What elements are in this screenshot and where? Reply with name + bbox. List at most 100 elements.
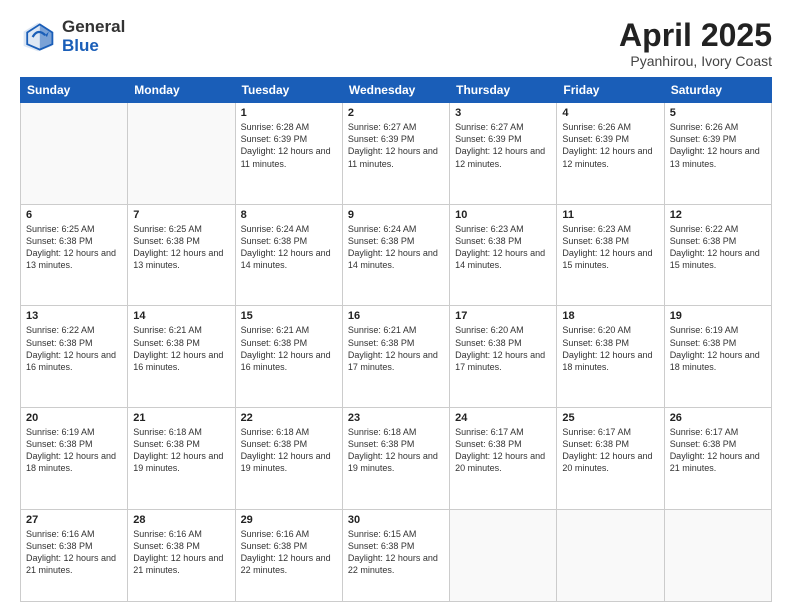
day-number: 8 [241,209,337,221]
day-number: 29 [241,514,337,526]
calendar-cell [128,103,235,205]
day-info: Sunrise: 6:23 AMSunset: 6:38 PMDaylight:… [562,223,658,272]
day-number: 12 [670,209,766,221]
header-sunday: Sunday [21,78,128,103]
calendar-cell: 19 Sunrise: 6:19 AMSunset: 6:38 PMDayligh… [664,306,771,408]
day-number: 5 [670,107,766,119]
day-number: 30 [348,514,444,526]
day-number: 25 [562,412,658,424]
calendar-header: SundayMondayTuesdayWednesdayThursdayFrid… [21,78,772,103]
day-number: 17 [455,310,551,322]
calendar-cell: 12 Sunrise: 6:22 AMSunset: 6:38 PMDayligh… [664,204,771,306]
calendar-cell [450,509,557,601]
calendar-cell: 23 Sunrise: 6:18 AMSunset: 6:38 PMDayligh… [342,408,449,510]
header: General Blue April 2025 Pyanhirou, Ivory… [20,18,772,69]
calendar-cell: 13Sunrise: 6:22 AMSunset: 6:38 PMDayligh… [21,306,128,408]
day-info: Sunrise: 6:25 AMSunset: 6:38 PMDaylight:… [26,223,122,272]
day-info: Sunrise: 6:17 AMSunset: 6:38 PMDaylight:… [455,426,551,475]
day-number: 22 [241,412,337,424]
day-number: 3 [455,107,551,119]
day-info: Sunrise: 6:22 AMSunset: 6:38 PMDaylight:… [670,223,766,272]
day-number: 28 [133,514,229,526]
calendar-table: SundayMondayTuesdayWednesdayThursdayFrid… [20,77,772,602]
week-row-2: 6 Sunrise: 6:25 AMSunset: 6:38 PMDaylight… [21,204,772,306]
calendar-cell [664,509,771,601]
header-friday: Friday [557,78,664,103]
day-number: 21 [133,412,229,424]
calendar-cell: 2 Sunrise: 6:27 AMSunset: 6:39 PMDaylight… [342,103,449,205]
calendar-cell: 20 Sunrise: 6:19 AMSunset: 6:38 PMDayligh… [21,408,128,510]
logo-text: General Blue [62,18,125,55]
calendar-subtitle: Pyanhirou, Ivory Coast [619,53,772,69]
page: General Blue April 2025 Pyanhirou, Ivory… [0,0,792,612]
logo-icon [20,19,56,55]
day-info: Sunrise: 6:19 AMSunset: 6:38 PMDaylight:… [670,324,766,373]
day-info: Sunrise: 6:17 AMSunset: 6:38 PMDaylight:… [670,426,766,475]
day-number: 24 [455,412,551,424]
calendar-cell: 22 Sunrise: 6:18 AMSunset: 6:38 PMDayligh… [235,408,342,510]
calendar-cell: 6 Sunrise: 6:25 AMSunset: 6:38 PMDaylight… [21,204,128,306]
day-info: Sunrise: 6:27 AMSunset: 6:39 PMDaylight:… [348,121,444,170]
calendar-cell: 24 Sunrise: 6:17 AMSunset: 6:38 PMDayligh… [450,408,557,510]
calendar-cell: 11 Sunrise: 6:23 AMSunset: 6:38 PMDayligh… [557,204,664,306]
calendar-cell: 14 Sunrise: 6:21 AMSunset: 6:38 PMDayligh… [128,306,235,408]
day-info: Sunrise: 6:26 AMSunset: 6:39 PMDaylight:… [670,121,766,170]
calendar-cell: 4 Sunrise: 6:26 AMSunset: 6:39 PMDaylight… [557,103,664,205]
day-info: Sunrise: 6:16 AMSunset: 6:38 PMDaylight:… [26,528,122,577]
header-saturday: Saturday [664,78,771,103]
day-number: 20 [26,412,122,424]
calendar-title: April 2025 [619,18,772,53]
calendar-cell: 28 Sunrise: 6:16 AMSunset: 6:38 PMDayligh… [128,509,235,601]
week-row-3: 13Sunrise: 6:22 AMSunset: 6:38 PMDayligh… [21,306,772,408]
day-info: Sunrise: 6:18 AMSunset: 6:38 PMDaylight:… [241,426,337,475]
calendar-cell: 5 Sunrise: 6:26 AMSunset: 6:39 PMDaylight… [664,103,771,205]
day-number: 10 [455,209,551,221]
day-info: Sunrise: 6:23 AMSunset: 6:38 PMDaylight:… [455,223,551,272]
day-number: 23 [348,412,444,424]
day-number: 7 [133,209,229,221]
day-number: 6 [26,209,122,221]
day-info: Sunrise: 6:21 AMSunset: 6:38 PMDaylight:… [241,324,337,373]
logo-general-text: General [62,18,125,37]
day-info: Sunrise: 6:20 AMSunset: 6:38 PMDaylight:… [562,324,658,373]
day-info: Sunrise: 6:21 AMSunset: 6:38 PMDaylight:… [133,324,229,373]
calendar-cell: 1 Sunrise: 6:28 AMSunset: 6:39 PMDaylight… [235,103,342,205]
header-tuesday: Tuesday [235,78,342,103]
calendar-cell [557,509,664,601]
day-number: 16 [348,310,444,322]
day-number: 19 [670,310,766,322]
day-info: Sunrise: 6:16 AMSunset: 6:38 PMDaylight:… [241,528,337,577]
day-number: 11 [562,209,658,221]
logo: General Blue [20,18,125,55]
day-info: Sunrise: 6:26 AMSunset: 6:39 PMDaylight:… [562,121,658,170]
day-info: Sunrise: 6:28 AMSunset: 6:39 PMDaylight:… [241,121,337,170]
day-number: 1 [241,107,337,119]
day-info: Sunrise: 6:21 AMSunset: 6:38 PMDaylight:… [348,324,444,373]
week-row-1: 1 Sunrise: 6:28 AMSunset: 6:39 PMDaylight… [21,103,772,205]
calendar-cell: 25 Sunrise: 6:17 AMSunset: 6:38 PMDayligh… [557,408,664,510]
day-number: 14 [133,310,229,322]
day-info: Sunrise: 6:16 AMSunset: 6:38 PMDaylight:… [133,528,229,577]
calendar-cell: 30Sunrise: 6:15 AMSunset: 6:38 PMDayligh… [342,509,449,601]
logo-blue-text: Blue [62,37,125,56]
header-thursday: Thursday [450,78,557,103]
calendar-cell: 29 Sunrise: 6:16 AMSunset: 6:38 PMDayligh… [235,509,342,601]
header-row: SundayMondayTuesdayWednesdayThursdayFrid… [21,78,772,103]
day-number: 2 [348,107,444,119]
calendar-cell: 8 Sunrise: 6:24 AMSunset: 6:38 PMDaylight… [235,204,342,306]
calendar-cell: 3Sunrise: 6:27 AMSunset: 6:39 PMDaylight… [450,103,557,205]
calendar-body: 1 Sunrise: 6:28 AMSunset: 6:39 PMDaylight… [21,103,772,602]
calendar-cell: 18 Sunrise: 6:20 AMSunset: 6:38 PMDayligh… [557,306,664,408]
day-number: 15 [241,310,337,322]
day-number: 18 [562,310,658,322]
calendar-cell: 27 Sunrise: 6:16 AMSunset: 6:38 PMDayligh… [21,509,128,601]
day-info: Sunrise: 6:24 AMSunset: 6:38 PMDaylight:… [241,223,337,272]
day-number: 4 [562,107,658,119]
week-row-4: 20 Sunrise: 6:19 AMSunset: 6:38 PMDayligh… [21,408,772,510]
calendar-cell: 26Sunrise: 6:17 AMSunset: 6:38 PMDayligh… [664,408,771,510]
day-info: Sunrise: 6:18 AMSunset: 6:38 PMDaylight:… [348,426,444,475]
day-number: 27 [26,514,122,526]
day-number: 9 [348,209,444,221]
day-info: Sunrise: 6:17 AMSunset: 6:38 PMDaylight:… [562,426,658,475]
day-info: Sunrise: 6:19 AMSunset: 6:38 PMDaylight:… [26,426,122,475]
